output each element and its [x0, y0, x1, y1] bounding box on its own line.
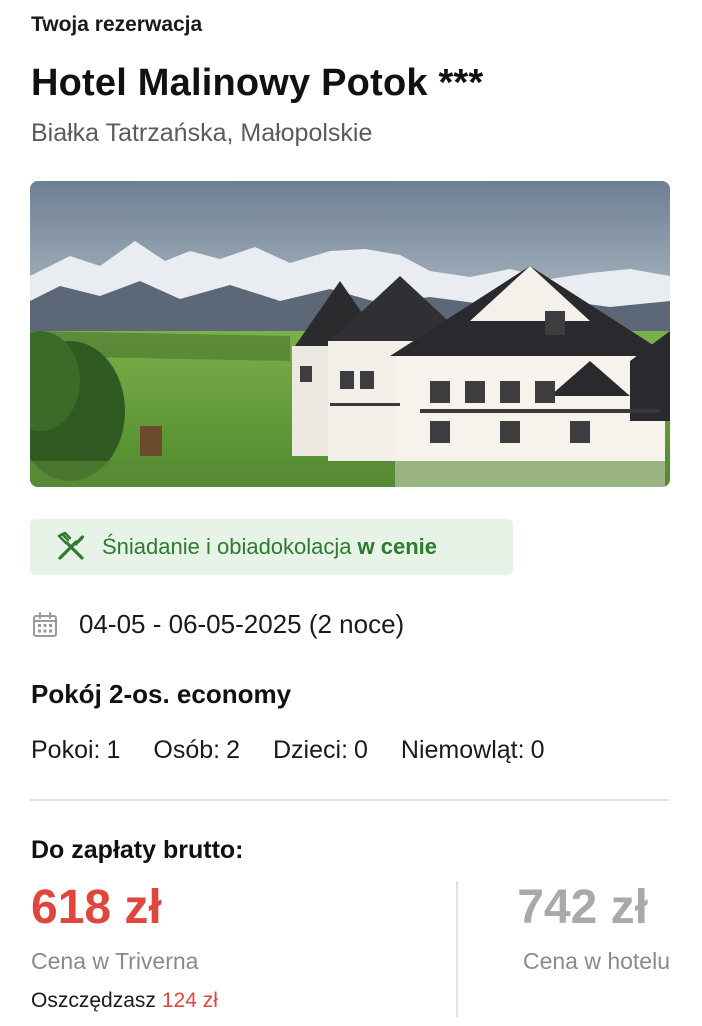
hotel-price-caption: Cena w hotelu	[522, 948, 670, 974]
price-divider	[456, 881, 458, 1017]
meal-badge: Śniadanie i obiadokolacja w cenie	[30, 519, 513, 575]
savings-label: Oszczędzasz	[31, 989, 156, 1012]
hotel-title: Hotel Malinowy Potok ***	[31, 62, 484, 104]
occupancy-summary: Pokoi: 1 Osób: 2 Dzieci: 0 Niemowląt: 0	[31, 736, 577, 765]
hotel-location: Białka Tatrzańska, Małopolskie	[31, 119, 373, 147]
meal-included-label: w cenie	[357, 534, 438, 559]
savings-amount: 124 zł	[161, 989, 218, 1012]
calendar-icon	[31, 611, 59, 639]
guests-count: Osób: 2	[153, 736, 240, 764]
children-count: Dzieci: 0	[273, 736, 368, 764]
payment-label: Do zapłaty brutto:	[31, 836, 244, 864]
dates-text: 04-05 - 06-05-2025 (2 noce)	[79, 609, 405, 639]
infants-count: Niemowląt: 0	[400, 736, 545, 764]
savings-text: Oszczędzasz 124 zł	[31, 989, 218, 1013]
stay-dates: 04-05 - 06-05-2025 (2 noce)	[31, 609, 404, 640]
triverna-price: 618 zł	[31, 881, 162, 934]
hotel-photo	[30, 181, 670, 487]
rooms-count: Pokoi: 1	[31, 736, 121, 764]
fork-knife-icon	[54, 530, 88, 564]
section-label: Twoja rezerwacja	[31, 13, 203, 36]
triverna-price-caption: Cena w Triverna	[31, 948, 199, 974]
meal-text: Śniadanie i obiadokolacja	[102, 534, 352, 559]
room-name: Pokój 2-os. economy	[31, 679, 292, 709]
hotel-price: 742 zł	[517, 881, 648, 934]
divider	[30, 799, 670, 801]
